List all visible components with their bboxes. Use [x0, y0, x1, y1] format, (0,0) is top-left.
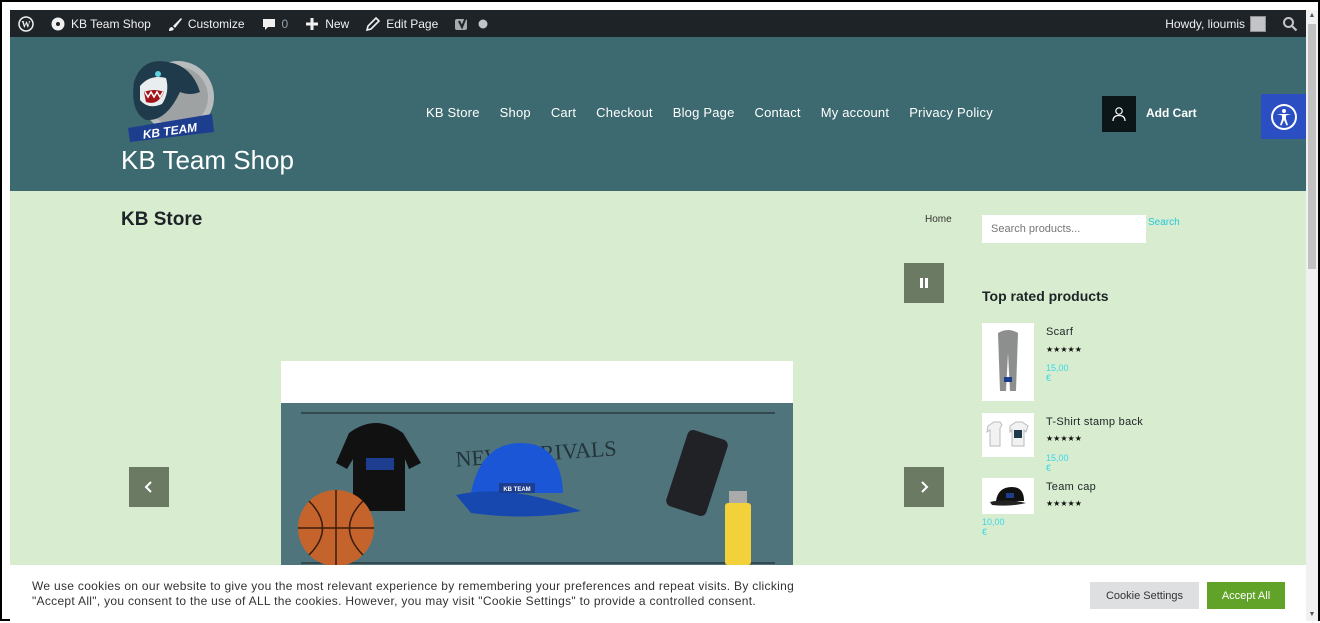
dot-icon	[478, 19, 488, 28]
comments-link[interactable]: 0	[253, 10, 297, 37]
site-name: KB Team Shop	[71, 16, 151, 31]
site-title[interactable]: KB Team Shop	[121, 145, 294, 176]
edit-page-link[interactable]: Edit Page	[357, 10, 446, 37]
page-content: KB Store Home NEW ARRIVALS KB TEAM Searc…	[10, 191, 1306, 623]
main-navigation: KB Store Shop Cart Checkout Blog Page Co…	[416, 105, 1003, 120]
slider-image[interactable]: NEW ARRIVALS KB TEAM	[281, 403, 793, 573]
nav-item-blog-page[interactable]: Blog Page	[663, 105, 745, 120]
tshirt-image	[986, 421, 1029, 447]
wordpress-icon: W	[18, 15, 34, 32]
accessibility-button[interactable]	[1261, 94, 1306, 139]
dashboard-icon	[51, 17, 65, 30]
product-rating: ★★★★★	[1046, 499, 1082, 508]
product-name[interactable]: Team cap	[1046, 481, 1096, 493]
scarf-image	[998, 330, 1018, 391]
admin-search-button[interactable]	[1274, 10, 1306, 37]
avatar	[1250, 15, 1266, 32]
page-scrollbar[interactable]: ▲ ▼	[1306, 10, 1318, 621]
nav-item-my-account[interactable]: My account	[811, 105, 899, 120]
accept-all-button[interactable]: Accept All	[1207, 582, 1285, 609]
accessibility-icon	[1270, 103, 1297, 130]
svg-text:W: W	[22, 19, 31, 29]
my-account-menu[interactable]: Howdy, lioumis	[1157, 10, 1274, 37]
nav-item-privacy-policy[interactable]: Privacy Policy	[899, 105, 1003, 120]
cookie-message-line-2: "Accept All", you consent to the use of …	[32, 594, 756, 608]
product-rating: ★★★★★	[1046, 434, 1082, 443]
scroll-down-arrow-icon[interactable]: ▼	[1306, 609, 1318, 621]
customize-link[interactable]: Customize	[159, 10, 253, 37]
yoast-icon	[455, 16, 468, 30]
wp-logo-menu[interactable]: W	[10, 10, 42, 37]
customize-label: Customize	[187, 16, 245, 31]
slider-pause-button[interactable]	[904, 263, 944, 303]
cookie-settings-button[interactable]: Cookie Settings	[1090, 582, 1199, 609]
site-logo[interactable]: KB TEAM	[120, 52, 220, 147]
breadcrumb[interactable]: Home	[925, 214, 952, 225]
cap-image	[990, 487, 1026, 506]
page-title: KB Store	[121, 209, 203, 230]
plus-icon	[306, 17, 319, 30]
product-name[interactable]: Scarf	[1046, 326, 1073, 338]
nav-item-cart[interactable]: Cart	[541, 105, 586, 120]
product-thumbnail[interactable]	[982, 413, 1034, 457]
scroll-up-arrow-icon[interactable]: ▲	[1306, 10, 1318, 22]
howdy-label: Howdy, lioumis	[1165, 16, 1245, 31]
user-icon	[1112, 107, 1126, 122]
browser-frame: W KB Team Shop Customize 0 New Edit Page	[0, 0, 1320, 623]
site-header: KB TEAM KB Team Shop KB Store Shop Cart …	[10, 37, 1306, 191]
cap-text: KB TEAM	[503, 487, 530, 493]
comment-icon	[262, 18, 275, 30]
product-name[interactable]: T-Shirt stamp back	[1046, 416, 1143, 428]
product-thumbnail[interactable]	[982, 323, 1034, 401]
new-arrivals-banner: NEW ARRIVALS KB TEAM	[298, 412, 775, 566]
product-search-button[interactable]: Search	[1148, 217, 1180, 228]
product-search-input[interactable]: Search products...	[982, 215, 1146, 243]
chevron-left-icon	[144, 481, 152, 493]
add-cart-link[interactable]: Add Cart	[1146, 106, 1197, 120]
wp-admin-bar: W KB Team Shop Customize 0 New Edit Page	[10, 10, 1306, 37]
slider-next-button[interactable]	[904, 467, 944, 507]
seo-menu[interactable]	[446, 10, 499, 37]
edit-page-label: Edit Page	[386, 16, 439, 31]
slider-prev-button[interactable]	[129, 467, 169, 507]
comments-count: 0	[281, 16, 289, 31]
brush-icon	[168, 17, 182, 31]
new-content-menu[interactable]: New	[296, 10, 357, 37]
product-price: 15,00 €	[1046, 363, 1069, 383]
slider-top-strip	[281, 361, 793, 403]
pencil-icon	[366, 16, 381, 31]
account-button[interactable]	[1102, 96, 1136, 132]
product-price: 10,00 €	[982, 517, 1005, 537]
new-label: New	[325, 16, 350, 31]
chevron-right-icon	[921, 481, 929, 493]
product-price: 15,00 €	[1046, 453, 1069, 473]
nav-item-shop[interactable]: Shop	[490, 105, 541, 120]
nav-item-contact[interactable]: Contact	[745, 105, 811, 120]
nav-item-checkout[interactable]: Checkout	[586, 105, 663, 120]
top-rated-title: Top rated products	[982, 288, 1109, 304]
cookie-message-line-1: We use cookies on our website to give yo…	[32, 579, 795, 593]
pause-icon	[920, 278, 928, 288]
product-rating: ★★★★★	[1046, 345, 1082, 354]
site-name-menu[interactable]: KB Team Shop	[42, 10, 159, 37]
product-thumbnail[interactable]	[982, 478, 1034, 514]
cookie-consent-bar: We use cookies on our website to give yo…	[10, 565, 1306, 623]
scroll-thumb[interactable]	[1308, 24, 1316, 269]
nav-item-kb-store[interactable]: KB Store	[416, 105, 490, 120]
search-icon	[1283, 16, 1298, 31]
shark-logo-icon: KB TEAM	[128, 61, 214, 142]
cookie-message: We use cookies on our website to give yo…	[32, 579, 892, 609]
logo-text: KB TEAM	[142, 120, 199, 142]
